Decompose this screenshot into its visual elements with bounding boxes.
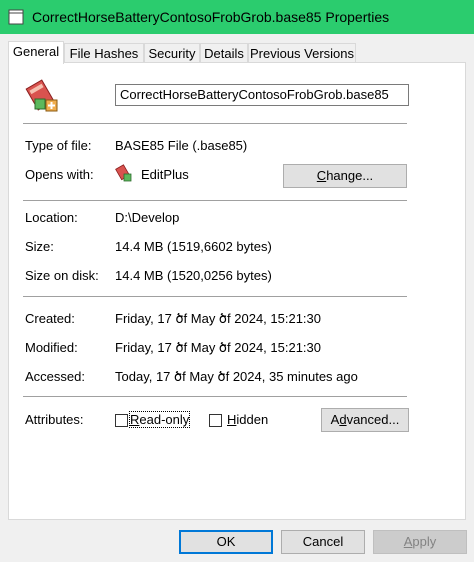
size-label: Size: <box>25 239 54 254</box>
tab-general[interactable]: General <box>8 41 64 64</box>
hidden-checkbox[interactable] <box>209 414 222 427</box>
tab-security[interactable]: Security <box>144 43 200 63</box>
tab-file-hashes[interactable]: File Hashes <box>64 43 144 63</box>
tab-details[interactable]: Details <box>200 43 248 63</box>
attributes-label: Attributes: <box>25 412 84 427</box>
created-label: Created: <box>25 311 75 326</box>
accessed-label: Accessed: <box>25 369 85 384</box>
separator <box>23 123 407 124</box>
hidden-label[interactable]: Hidden <box>227 412 268 427</box>
size-on-disk-value: 14.4 MB (1520,0256 bytes) <box>115 268 272 283</box>
type-value: BASE85 File (.base85) <box>115 138 248 153</box>
accessed-value: Today, 17 ծf May ծf 2024, 35 minutes ago <box>115 369 358 384</box>
tab-previous-versions[interactable]: Previous Versions <box>248 43 356 63</box>
read-only-label[interactable]: Read-only <box>128 411 191 428</box>
title-bar: CorrectHorseBatteryContosoFrobGrob.base8… <box>0 0 474 34</box>
modified-value: Friday, 17 ծf May ծf 2024, 15:21:30 <box>115 340 322 355</box>
modified-label: Modified: <box>25 340 78 355</box>
ok-button[interactable]: OK <box>179 530 273 554</box>
cancel-button[interactable]: Cancel <box>281 530 365 554</box>
editplus-file-icon <box>25 79 58 112</box>
file-name-field[interactable]: CorrectHorseBatteryContosoFrobGrob.base8… <box>115 84 409 106</box>
apply-button[interactable]: Apply <box>373 530 467 554</box>
editplus-app-icon <box>115 164 132 182</box>
opens-with-value: EditPlus <box>141 167 189 182</box>
change-button[interactable]: Change... <box>283 164 407 188</box>
separator <box>23 296 407 297</box>
size-on-disk-label: Size on disk: <box>25 268 99 283</box>
location-value: D:\Develop <box>115 210 180 225</box>
created-value: Friday, 17 ծf May ծf 2024, 15:21:30 <box>115 311 322 326</box>
read-only-checkbox[interactable] <box>115 414 128 427</box>
general-panel: CorrectHorseBatteryContosoFrobGrob.base8… <box>8 62 466 520</box>
separator <box>23 200 407 201</box>
type-label: Type of file: <box>25 138 92 153</box>
file-icon <box>8 9 24 25</box>
opens-with-label: Opens with: <box>25 167 94 182</box>
location-label: Location: <box>25 210 78 225</box>
window-title: CorrectHorseBatteryContosoFrobGrob.base8… <box>32 9 390 25</box>
size-value: 14.4 MB (1519,6602 bytes) <box>115 239 272 254</box>
separator <box>23 396 407 397</box>
advanced-button[interactable]: Advanced... <box>321 408 409 432</box>
